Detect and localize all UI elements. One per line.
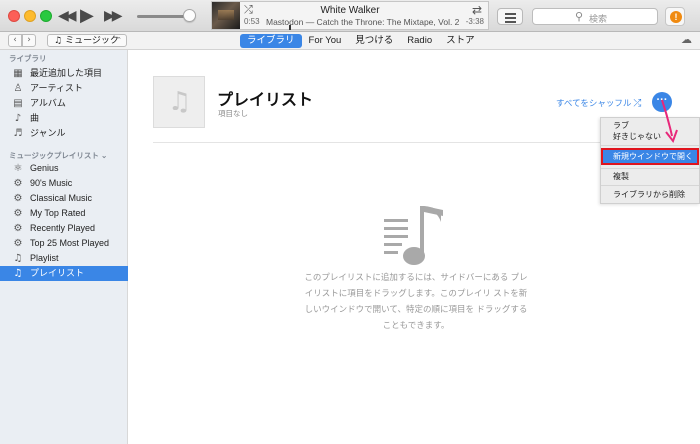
gear-icon: ⚙ [13, 208, 23, 219]
sidebar-item-recently-played[interactable]: ⚙ Recently Played [0, 221, 128, 236]
cloud-download-icon[interactable]: ☁ [681, 33, 692, 46]
annotation-arrow [661, 99, 678, 144]
artist-icon: ♙ [13, 83, 23, 94]
song-title: White Walker [320, 5, 380, 16]
sidebar-item-label: ジャンル [30, 128, 66, 138]
menu-separator [601, 185, 699, 186]
sidebar: ライブラリ ▦ 最近追加した項目 ♙ アーティスト ▤ アルバム ♪ 曲 ♬ ジャンル ミ… [0, 50, 128, 444]
media-kind-label: ミュージック [65, 35, 119, 45]
menu-item-duplicate[interactable]: 複製 [601, 171, 699, 182]
remaining-time: -3:38 [465, 17, 484, 26]
tab-library[interactable]: ライブラリ [240, 34, 302, 48]
genre-icon: ♬ [13, 128, 23, 139]
forward-button[interactable]: › [22, 34, 36, 47]
sidebar-item-genres[interactable]: ♬ ジャンル [0, 126, 128, 141]
fast-forward-icon[interactable]: ▶▶ [104, 8, 122, 24]
sidebar-item-artists[interactable]: ♙ アーティスト [0, 81, 128, 96]
gear-icon: ⚙ [13, 193, 23, 204]
exclamation-icon: ! [670, 11, 682, 23]
repeat-icon[interactable]: ⇄ [472, 3, 482, 17]
playlist-icon: ♫ [13, 253, 23, 264]
sidebar-item-playlist[interactable]: ♫ Playlist [0, 251, 128, 266]
sidebar-item-classical-music[interactable]: ⚙ Classical Music [0, 191, 128, 206]
search-icon: ⚲ [575, 10, 584, 23]
sidebar-item-90s-music[interactable]: ⚙ 90's Music [0, 176, 128, 191]
menu-separator [601, 168, 699, 169]
navigation-bar: ‹ › ♫ ミュージック ⌃ ライブラリ For You 見つける Radio ス… [0, 32, 700, 50]
search-input[interactable]: ⚲ 検索 [532, 8, 658, 25]
sidebar-item-label: Playlist [30, 253, 59, 263]
chevron-updown-icon: ⌃ [116, 36, 122, 44]
media-kind-selector[interactable]: ♫ ミュージック ⌃ [47, 34, 127, 47]
search-placeholder: 検索 [589, 14, 608, 24]
rewind-icon[interactable]: ◀◀ [58, 8, 76, 24]
gear-icon: ⚙ [13, 223, 23, 234]
tab-browse[interactable]: 見つける [348, 34, 400, 48]
note-icon: ♪ [14, 113, 22, 124]
sidebar-item-genius[interactable]: ⚛ Genius [0, 161, 128, 176]
menu-item-open-new-window[interactable]: 新規ウインドウで開く [601, 148, 699, 165]
menu-item-delete-from-library[interactable]: ライブラリから削除 [601, 189, 699, 200]
sidebar-item-playlist-jp[interactable]: ♫ プレイリスト [0, 266, 128, 281]
list-icon [505, 13, 516, 15]
shuffle-all-button[interactable]: すべてをシャッフル ⤮ [556, 97, 641, 109]
play-icon[interactable]: ▶ [80, 5, 94, 26]
playlist-item-count: 項目なし [218, 109, 248, 118]
playlist-empty-icon [384, 206, 443, 265]
gear-icon: ⚙ [13, 178, 23, 189]
playlist-artwork[interactable]: ♫ [153, 76, 205, 128]
sidebar-item-recently-added[interactable]: ▦ 最近追加した項目 [0, 66, 128, 81]
close-window-button[interactable] [8, 10, 20, 22]
alert-button[interactable]: ! [665, 7, 685, 26]
music-note-icon: ♫ [168, 87, 192, 117]
shuffle-icon: ⤮ [633, 98, 642, 109]
recently-added-icon: ▦ [13, 68, 23, 79]
tab-store[interactable]: ストア [439, 34, 482, 48]
up-next-button[interactable] [497, 8, 523, 25]
main-content: ♫ プレイリスト 項目なし すべてをシャッフル ⤮ ··· ラブ 好きじゃない 新… [129, 50, 700, 444]
sidebar-item-label: My Top Rated [30, 208, 86, 218]
playlist-title[interactable]: プレイリスト [217, 86, 313, 110]
genius-icon: ⚛ [13, 163, 23, 174]
shuffle-all-label: すべてをシャッフル [556, 98, 632, 108]
music-note-icon: ♫ [54, 36, 63, 46]
zoom-window-button[interactable] [40, 10, 52, 22]
playlist-icon: ♫ [13, 268, 23, 279]
sidebar-item-label: 90's Music [30, 178, 73, 188]
chevron-down-icon: ⌄ [100, 151, 108, 160]
sidebar-item-songs[interactable]: ♪ 曲 [0, 111, 128, 126]
sidebar-item-label: Classical Music [30, 193, 93, 203]
sidebar-item-label: アルバム [30, 98, 66, 108]
sidebar-item-albums[interactable]: ▤ アルバム [0, 96, 128, 111]
sidebar-item-label: Recently Played [30, 223, 96, 233]
tab-radio[interactable]: Radio [400, 34, 439, 48]
volume-slider-knob[interactable] [183, 9, 197, 22]
title-bar: ◀◀ ▶ ▶▶ ⤮ White Walker 0:53 Mastodon — C… [0, 0, 700, 32]
now-playing-display: ⤮ White Walker 0:53 Mastodon — Catch the… [211, 1, 489, 30]
album-icon: ▤ [13, 98, 23, 109]
elapsed-time: 0:53 [244, 17, 260, 26]
song-artist-album: Mastodon — Catch the Throne: The Mixtape… [266, 17, 460, 27]
sidebar-item-label: 曲 [30, 113, 40, 123]
sidebar-item-label: Genius [30, 163, 59, 173]
sidebar-item-label: 最近追加した項目 [30, 68, 103, 78]
header-divider [153, 142, 673, 143]
sidebar-item-label: アーティスト [30, 83, 83, 93]
tab-for-you[interactable]: For You [302, 34, 349, 48]
back-button[interactable]: ‹ [8, 34, 22, 47]
gear-icon: ⚙ [13, 238, 23, 249]
sidebar-item-my-top-rated[interactable]: ⚙ My Top Rated [0, 206, 128, 221]
sidebar-item-label: プレイリスト [30, 268, 85, 278]
empty-playlist-message: このプレイリストに追加するには、サイドバーにある プレイリストに項目をドラッグし… [304, 272, 528, 330]
playback-progress-marker[interactable] [288, 25, 291, 30]
sidebar-library-header: ライブラリ [9, 54, 47, 63]
tab-bar: ライブラリ For You 見つける Radio ストア [240, 34, 482, 48]
sidebar-item-top-25-most-played[interactable]: ⚙ Top 25 Most Played [0, 236, 128, 251]
minimize-window-button[interactable] [24, 10, 36, 22]
sidebar-item-label: Top 25 Most Played [30, 238, 110, 248]
menu-separator [601, 145, 699, 146]
sidebar-playlists-header[interactable]: ミュージックプレイリスト ⌄ [9, 150, 107, 161]
